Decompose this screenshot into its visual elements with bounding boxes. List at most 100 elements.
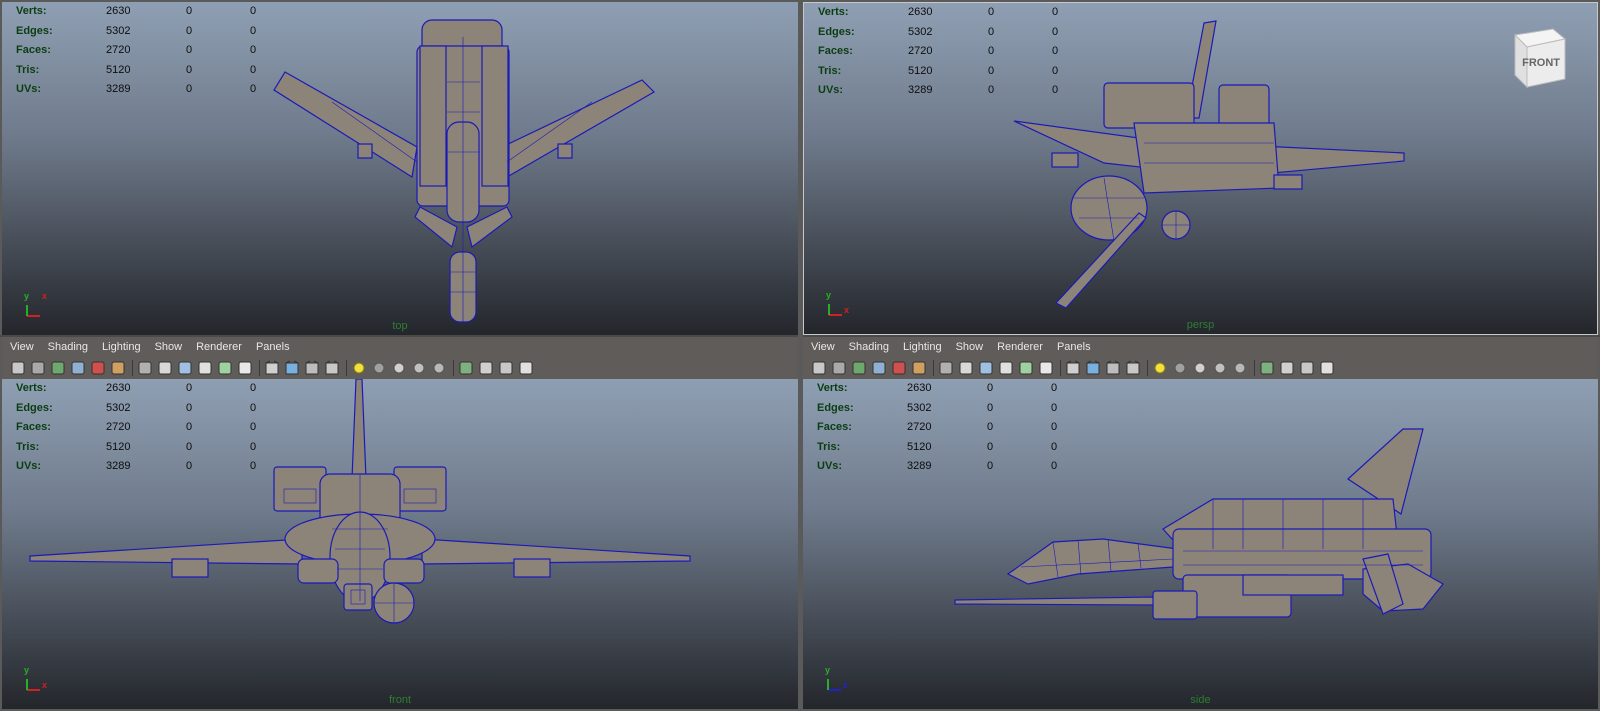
right-wing xyxy=(501,79,655,178)
xray-joints-icon[interactable] xyxy=(498,360,514,376)
smooth-shade-icon[interactable] xyxy=(1085,360,1101,376)
cannon xyxy=(954,596,1156,606)
wireframe-icon[interactable] xyxy=(264,360,280,376)
grease-pencil-icon[interactable] xyxy=(891,360,907,376)
camera-bookmark-icon[interactable] xyxy=(30,360,46,376)
camera-gate-icon[interactable] xyxy=(911,360,927,376)
viewport-persp[interactable]: Verts: 2630 0 0 Edges: 5302 0 0 Faces: 2720 0 0 Tris… xyxy=(803,2,1598,335)
panel-menu-lighting[interactable]: Lighting xyxy=(903,341,942,353)
viewport-side[interactable]: Verts: 2630 0 0 Edges: 5302 0 0 Faces: 2720 0 0 Tris… xyxy=(803,379,1598,709)
xray-components-icon[interactable] xyxy=(1319,360,1335,376)
aircraft-model-front-view[interactable] xyxy=(2,379,798,709)
viewport-top[interactable]: Verts: 2630 0 0 Edges: 5302 0 0 Faces: 2720 0 0 Tris… xyxy=(2,2,798,335)
panel-toolbar-icons-right xyxy=(803,357,1598,379)
screen-space-ao-icon[interactable] xyxy=(1192,360,1208,376)
2d-pan-zoom-icon[interactable] xyxy=(871,360,887,376)
axis-gizmo: y z xyxy=(823,665,863,695)
tail-fin xyxy=(351,379,367,480)
viewport-label-persp: persp xyxy=(1186,319,1215,331)
shadows-icon[interactable] xyxy=(371,360,387,376)
panel-menu-renderer[interactable]: Renderer xyxy=(196,341,242,353)
viewport-label-front: front xyxy=(388,694,411,706)
right-wing xyxy=(421,538,691,565)
panel-menu-view[interactable]: View xyxy=(10,341,34,353)
panel-menu-panels[interactable]: Panels xyxy=(256,341,290,353)
grid-icon[interactable] xyxy=(938,360,954,376)
panel-toolbar-icons-left xyxy=(2,357,798,379)
toolbar-separator xyxy=(453,360,454,376)
axis-x-label: x xyxy=(844,305,850,315)
textured-icon[interactable] xyxy=(1125,360,1141,376)
film-gate-icon[interactable] xyxy=(157,360,173,376)
resolution-gate-icon[interactable] xyxy=(978,360,994,376)
image-plane-icon[interactable] xyxy=(851,360,867,376)
isolate-select-icon[interactable] xyxy=(1259,360,1275,376)
safe-title-icon[interactable] xyxy=(237,360,253,376)
field-chart-icon[interactable] xyxy=(1018,360,1034,376)
anti-alias-icon[interactable] xyxy=(431,360,447,376)
toolbar-separator xyxy=(933,360,934,376)
toolbar-separator xyxy=(1254,360,1255,376)
axis-x-label: x xyxy=(42,680,48,690)
aircraft-model-side-view[interactable] xyxy=(803,379,1598,709)
viewport-label-side: side xyxy=(1190,694,1211,706)
wireframe-on-shaded-icon[interactable] xyxy=(1105,360,1121,376)
camera-bookmark-icon[interactable] xyxy=(831,360,847,376)
viewport-front[interactable]: Verts: 2630 0 0 Edges: 5302 0 0 Faces: 2720 0 0 Tris… xyxy=(2,379,798,709)
view-cube-face-label[interactable]: FRONT xyxy=(1522,57,1560,69)
motion-blur-icon[interactable] xyxy=(1212,360,1228,376)
film-gate-icon[interactable] xyxy=(958,360,974,376)
use-lights-icon[interactable] xyxy=(1152,360,1168,376)
image-plane-icon[interactable] xyxy=(50,360,66,376)
panel-menu-renderer[interactable]: Renderer xyxy=(997,341,1043,353)
camera-gate-icon[interactable] xyxy=(110,360,126,376)
isolate-select-icon[interactable] xyxy=(458,360,474,376)
panel-menu-shading[interactable]: Shading xyxy=(48,341,88,353)
axis-gizmo: y x xyxy=(22,291,62,321)
left-wing xyxy=(29,538,303,565)
panel-menu-show[interactable]: Show xyxy=(956,341,984,353)
xray-icon[interactable] xyxy=(1279,360,1295,376)
safe-action-icon[interactable] xyxy=(197,360,213,376)
resolution-gate-icon[interactable] xyxy=(177,360,193,376)
2d-pan-zoom-icon[interactable] xyxy=(70,360,86,376)
viewport-label-top: top xyxy=(392,320,408,332)
axis-y-label: y xyxy=(24,665,30,675)
safe-title-icon[interactable] xyxy=(1038,360,1054,376)
panel-menu-panels[interactable]: Panels xyxy=(1057,341,1091,353)
panel-menu-shading[interactable]: Shading xyxy=(849,341,889,353)
aircraft-model-persp-view[interactable] xyxy=(804,3,1598,335)
smooth-shade-icon[interactable] xyxy=(284,360,300,376)
panel-menu-show[interactable]: Show xyxy=(155,341,183,353)
shadows-icon[interactable] xyxy=(1172,360,1188,376)
panel-menu-view[interactable]: View xyxy=(811,341,835,353)
toolbar-separator xyxy=(346,360,347,376)
axis-gizmo: y x xyxy=(22,665,62,695)
xray-icon[interactable] xyxy=(478,360,494,376)
wireframe-on-shaded-icon[interactable] xyxy=(304,360,320,376)
axis-y-label: y xyxy=(825,665,831,675)
use-lights-icon[interactable] xyxy=(351,360,367,376)
toolbar-separator xyxy=(259,360,260,376)
camera-attributes-icon[interactable] xyxy=(811,360,827,376)
camera-attributes-icon[interactable] xyxy=(10,360,26,376)
xray-components-icon[interactable] xyxy=(518,360,534,376)
field-chart-icon[interactable] xyxy=(217,360,233,376)
wireframe-icon[interactable] xyxy=(1065,360,1081,376)
axis-y-label: y xyxy=(24,291,30,301)
left-wing xyxy=(273,71,418,178)
xray-joints-icon[interactable] xyxy=(1299,360,1315,376)
screen-space-ao-icon[interactable] xyxy=(391,360,407,376)
grease-pencil-icon[interactable] xyxy=(90,360,106,376)
panel-menu-lighting[interactable]: Lighting xyxy=(102,341,141,353)
motion-blur-icon[interactable] xyxy=(411,360,427,376)
anti-alias-icon[interactable] xyxy=(1232,360,1248,376)
grid-icon[interactable] xyxy=(137,360,153,376)
safe-action-icon[interactable] xyxy=(998,360,1014,376)
axis-gizmo: y x xyxy=(824,290,864,320)
panel-toolbar-right: View Shading Lighting Show Renderer Panels xyxy=(803,337,1598,379)
panel-toolbar-left: View Shading Lighting Show Renderer Panels xyxy=(2,337,798,379)
textured-icon[interactable] xyxy=(324,360,340,376)
aircraft-model-top-view[interactable] xyxy=(2,2,798,335)
toolbar-separator xyxy=(1147,360,1148,376)
